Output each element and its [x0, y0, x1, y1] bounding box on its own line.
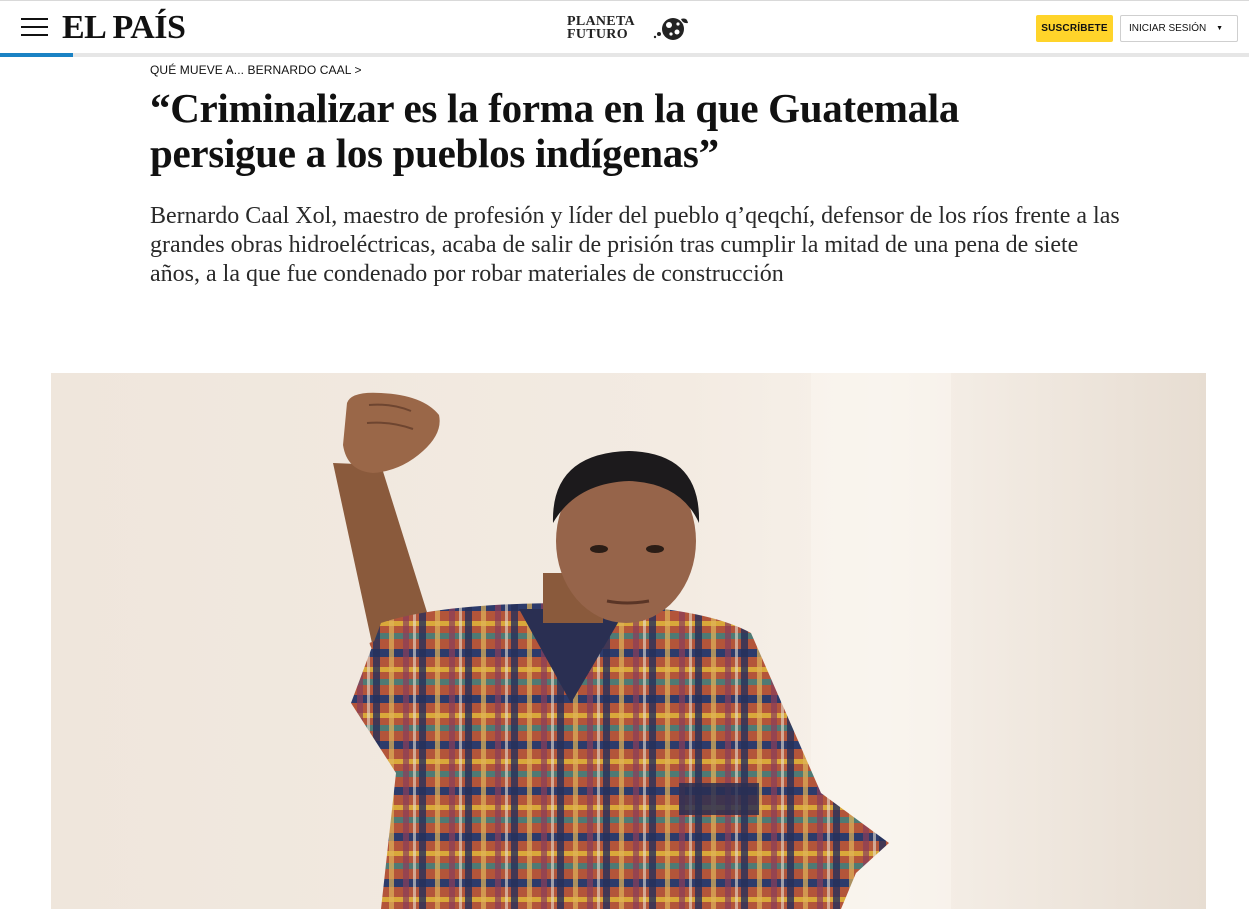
photo-illustration: [51, 373, 1206, 909]
breadcrumb[interactable]: QUÉ MUEVE A... BERNARDO CAAL >: [150, 63, 362, 77]
site-header: EL PAÍS PLANETA FUTURO SUSCRÍBETE INICIA…: [0, 0, 1249, 53]
chevron-down-icon: ▼: [1216, 25, 1223, 32]
subscribe-button[interactable]: SUSCRÍBETE: [1036, 15, 1113, 42]
globe-leaf-icon: [653, 18, 688, 40]
man-with-raised-fist-photo: [51, 373, 1206, 909]
reading-progress-track: [0, 53, 1249, 57]
planeta-futuro-wordmark: PLANETA FUTURO: [567, 15, 653, 42]
reading-progress-bar: [0, 53, 73, 57]
login-label: INICIAR SESIÓN: [1129, 23, 1207, 34]
article-standfirst: Bernardo Caal Xol, maestro de profesión …: [150, 203, 1120, 287]
el-pais-logo[interactable]: EL PAÍS: [62, 11, 186, 45]
planeta-futuro-logo[interactable]: PLANETA FUTURO: [567, 15, 691, 43]
login-button[interactable]: INICIAR SESIÓN ▼: [1120, 15, 1238, 42]
planeta-futuro-line-2: FUTURO: [567, 27, 628, 42]
article-headline: “Criminalizar es la forma en la que Guat…: [150, 85, 960, 176]
hamburger-menu-icon[interactable]: [21, 18, 48, 36]
